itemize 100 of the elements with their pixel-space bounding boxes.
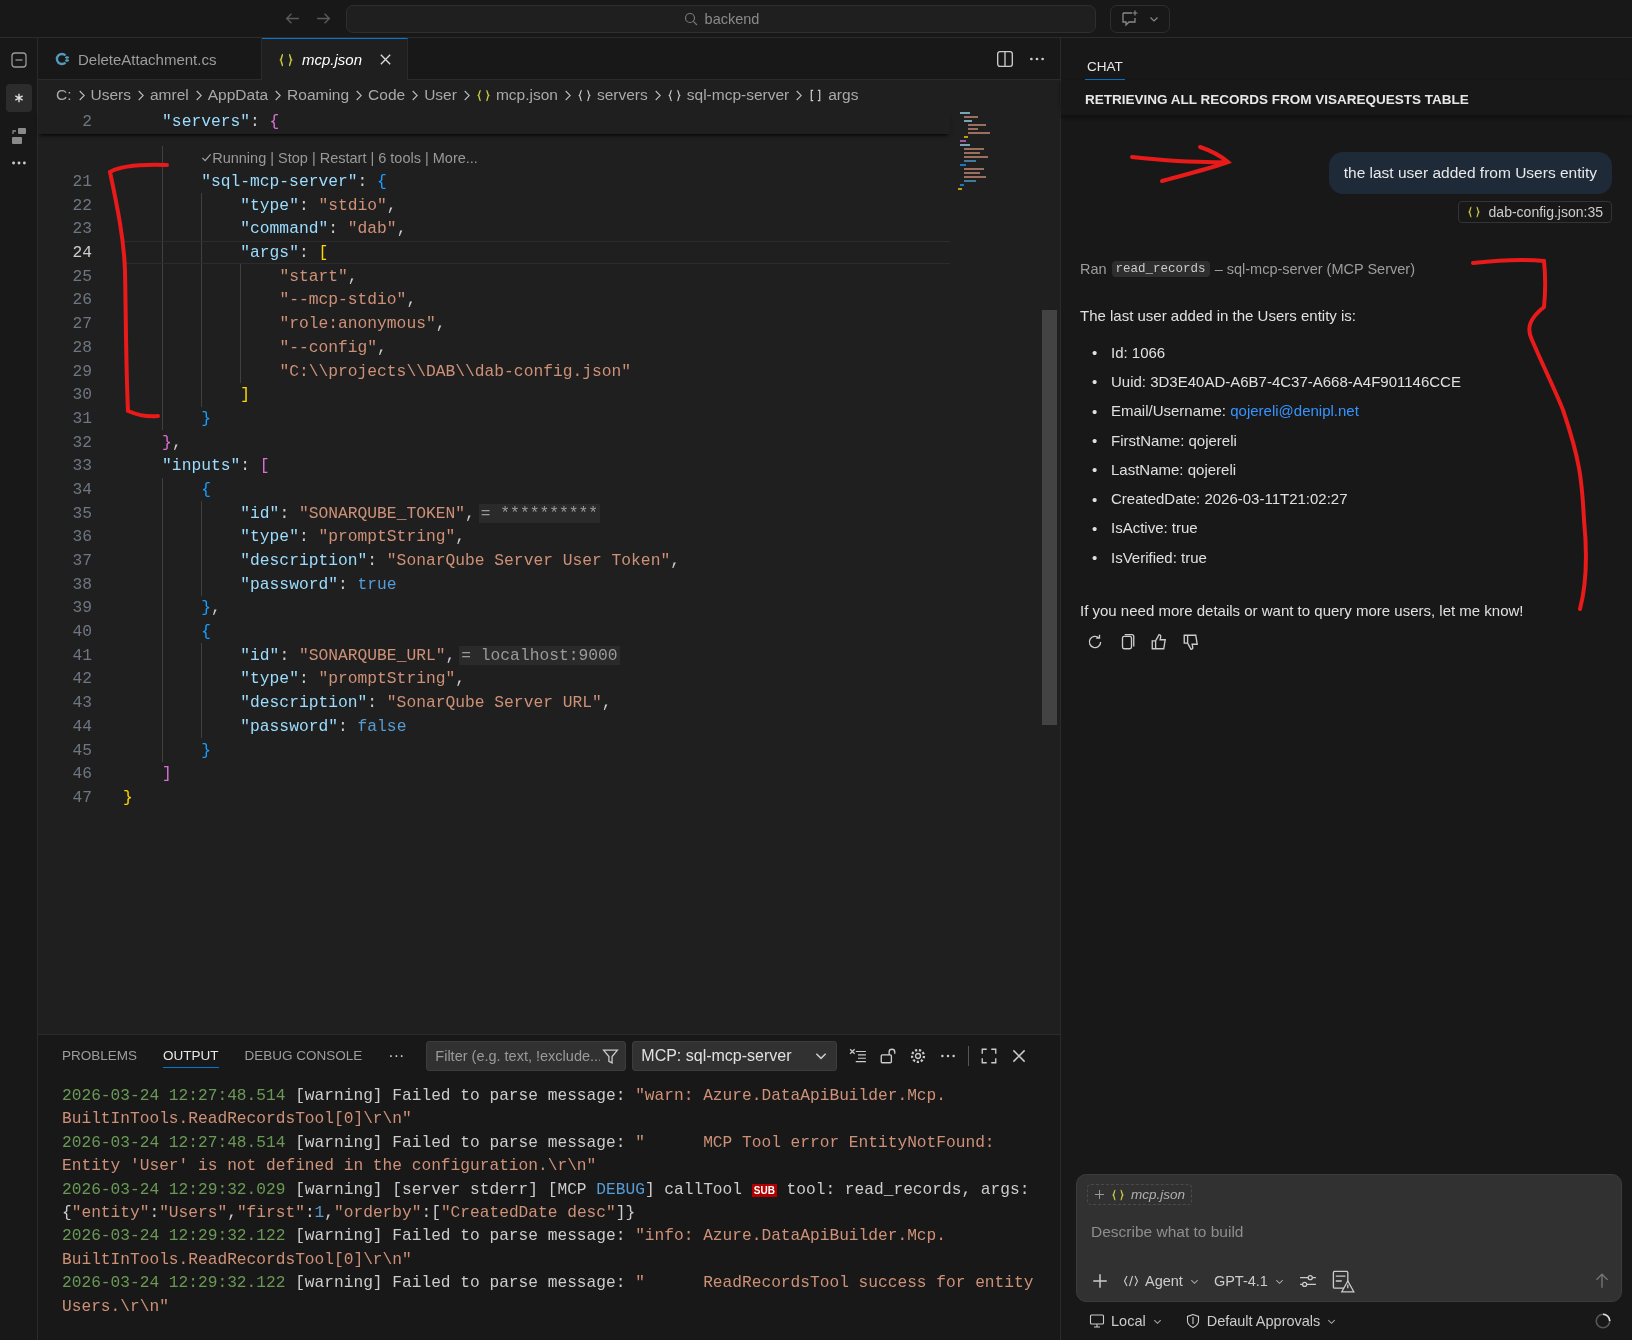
- monitor-icon: [1089, 1313, 1105, 1329]
- log-line: 2026-03-24 12:29:32.122 [warning] Failed to parse message: "info: Azure.DataApiBuilder.Mcp.: [62, 1226, 947, 1248]
- maximize-icon[interactable]: [980, 1047, 999, 1065]
- thumbs-down-icon[interactable]: [1182, 633, 1200, 652]
- line-number: 29: [71, 361, 92, 381]
- more-icon[interactable]: [9, 160, 28, 166]
- breadcrumb-item[interactable]: Users: [90, 86, 131, 104]
- approvals-picker[interactable]: Default Approvals: [1184, 1313, 1338, 1329]
- code-line: "--mcp-stdio",: [279, 290, 417, 310]
- log-line: BuiltInTools.ReadRecordsTool[0]\r\n": [62, 1109, 413, 1131]
- breadcrumb-item[interactable]: amrel: [150, 86, 189, 104]
- location-picker[interactable]: Local: [1089, 1313, 1163, 1329]
- list-item: Id: 1066: [1111, 342, 1166, 363]
- send-icon[interactable]: [1593, 1272, 1611, 1290]
- breadcrumb-item[interactable]: User: [424, 86, 457, 104]
- bullet-marker: •: [1092, 432, 1099, 450]
- code-line: {: [201, 479, 211, 499]
- chevron-right-icon: [136, 88, 145, 102]
- server-warning-icon[interactable]: [1330, 1269, 1355, 1293]
- line-number: 34: [71, 479, 92, 499]
- breadcrumb-item[interactable]: Roaming: [287, 86, 350, 104]
- line-number: 41: [71, 645, 92, 665]
- braces-icon: [666, 87, 682, 103]
- breadcrumb-item[interactable]: AppData: [207, 86, 269, 104]
- breadcrumb-item[interactable]: mcp.json: [495, 86, 558, 104]
- editor-tab[interactable]: mcp.json: [262, 38, 409, 80]
- mode-picker[interactable]: Agent: [1123, 1273, 1200, 1289]
- chevron-right-icon: [410, 88, 420, 102]
- bullet-marker: •: [1092, 344, 1099, 362]
- context-chip[interactable]: mcp.json: [1087, 1184, 1193, 1205]
- command-center-search[interactable]: backend: [346, 4, 1096, 33]
- chevron-right-icon: [562, 88, 572, 102]
- panel-tab[interactable]: DEBUG CONSOLE: [244, 1044, 363, 1068]
- chat-tab[interactable]: CHAT: [1085, 59, 1125, 80]
- tool-run-label: Ran: [1080, 261, 1107, 277]
- code-line: "inputs": [: [162, 456, 270, 476]
- extension-view-button[interactable]: [5, 84, 32, 112]
- panel-tab[interactable]: PROBLEMS: [62, 1044, 138, 1068]
- chat-input-field[interactable]: Describe what to build: [1087, 1223, 1611, 1241]
- list-item: FirstName: qojereli: [1111, 430, 1237, 451]
- line-number: 26: [71, 290, 92, 310]
- list-item: LastName: qojereli: [1111, 459, 1237, 480]
- breadcrumb-item[interactable]: servers: [596, 86, 648, 104]
- filter-icon[interactable]: [602, 1047, 620, 1065]
- line-number: 25: [71, 266, 92, 286]
- email-link[interactable]: qojereli@denipl.net: [1230, 402, 1359, 420]
- chevron-right-icon: [273, 88, 283, 102]
- server-codelens[interactable]: Running | Stop | Restart | 6 tools | More...: [212, 149, 478, 166]
- split-editor-icon[interactable]: [996, 49, 1014, 68]
- line-number: 36: [71, 527, 92, 547]
- tool-server-label: – sql-mcp-server (MCP Server): [1214, 261, 1415, 277]
- search-icon: [682, 10, 699, 27]
- code-line: "--config",: [279, 337, 387, 357]
- line-number: 27: [71, 314, 92, 334]
- breadcrumb-item[interactable]: C:: [56, 86, 72, 104]
- add-icon[interactable]: [1091, 1272, 1109, 1290]
- breadcrumb-item[interactable]: Code: [368, 86, 406, 104]
- breadcrumb-item[interactable]: args: [828, 86, 859, 104]
- line-number: 46: [71, 764, 92, 784]
- user-message: the last user added from Users entity: [1328, 152, 1612, 194]
- thumbs-up-icon[interactable]: [1150, 633, 1168, 652]
- panel-icon[interactable]: [8, 50, 29, 70]
- sliders-icon[interactable]: [1298, 1272, 1317, 1290]
- list-item: IsActive: true: [1111, 518, 1198, 539]
- line-number: 2: [81, 112, 92, 132]
- attachment-chip[interactable]: dab-config.json:35: [1457, 201, 1612, 223]
- bullet-marker: •: [1092, 549, 1099, 567]
- code-line: ]: [162, 764, 172, 784]
- json-file-icon: [1111, 1187, 1125, 1202]
- json-file-icon: [1466, 205, 1481, 219]
- check-icon: [201, 152, 213, 164]
- more-tabs-button[interactable]: ···: [388, 1047, 405, 1065]
- code-line: "id": "SONARQUBE_TOKEN", = **********: [240, 503, 601, 523]
- chat-menu-button[interactable]: [1110, 4, 1170, 33]
- line-number: 37: [71, 551, 92, 570]
- bullet-marker: •: [1092, 373, 1099, 391]
- settings-icon[interactable]: [909, 1047, 928, 1065]
- log-line: Users.\r\n": [62, 1296, 170, 1318]
- log-line: 2026-03-24 12:27:48.514 [warning] Failed to parse message: " MCP Tool error EntityNotFound:: [62, 1132, 996, 1154]
- code-line: }: [201, 408, 211, 428]
- response-text: If you need more details or want to query more users, let me know!: [1080, 602, 1525, 620]
- model-picker[interactable]: GPT-4.1: [1213, 1273, 1285, 1289]
- clear-output-icon[interactable]: [849, 1047, 868, 1065]
- line-number: 30: [71, 385, 92, 405]
- line-number: 21: [71, 172, 92, 191]
- scrollbar-thumb[interactable]: [1042, 310, 1057, 725]
- output-channel-dropdown[interactable]: MCP: sql-mcp-server: [632, 1041, 838, 1071]
- panel-tab[interactable]: OUTPUT: [163, 1044, 219, 1068]
- filter-field[interactable]: Filter (e.g. text, !exclude...: [426, 1041, 627, 1071]
- line-number: 24: [71, 243, 92, 263]
- breadcrumb-item[interactable]: sql-mcp-server: [686, 86, 790, 104]
- line-number: 45: [71, 740, 92, 760]
- code-line: "C:\\projects\\DAB\\dab-config.json": [279, 361, 632, 381]
- line-number: 39: [71, 598, 92, 618]
- code-line: }: [201, 740, 211, 760]
- code-line: }: [123, 787, 133, 807]
- bullet-marker: •: [1092, 402, 1099, 420]
- unlock-icon[interactable]: [879, 1047, 898, 1065]
- chat-session-title: RETRIEVING ALL RECORDS FROM VISAREQUESTS TABLE: [1061, 80, 1632, 116]
- code-line: "type": "promptString",: [240, 527, 466, 547]
